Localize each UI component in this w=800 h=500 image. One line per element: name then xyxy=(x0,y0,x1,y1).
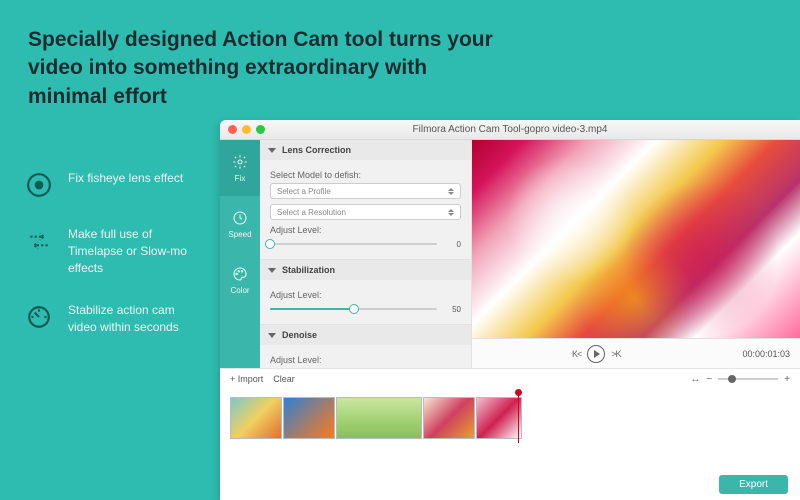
window-title: Filmora Action Cam Tool-gopro video-3.mp… xyxy=(220,124,800,135)
player-controls: K< >K 00:00:01:03 xyxy=(472,338,800,368)
tab-color[interactable]: Color xyxy=(220,252,260,308)
stepper-icon xyxy=(448,209,454,216)
section-title: Denoise xyxy=(282,330,317,340)
timeline-toolbar: + Import Clear ↔ − + xyxy=(220,369,800,389)
clip-thumbnail[interactable] xyxy=(423,397,475,439)
timelapse-arrows-icon xyxy=(24,226,54,256)
fisheye-icon xyxy=(24,170,54,200)
profile-select[interactable]: Select a Profile xyxy=(270,183,461,199)
timeline[interactable] xyxy=(220,389,800,468)
playhead[interactable] xyxy=(518,393,519,443)
video-preview: K< >K 00:00:01:03 xyxy=(472,140,800,368)
select-placeholder: Select a Profile xyxy=(277,187,331,196)
clip-thumbnail[interactable] xyxy=(476,397,522,439)
feature-item: Stabilize action cam video within second… xyxy=(24,302,194,336)
timecode: 00:00:01:03 xyxy=(742,349,790,359)
feature-text: Make full use of Timelapse or Slow-mo ef… xyxy=(68,226,194,276)
slider-value: 0 xyxy=(443,240,461,249)
import-button[interactable]: + Import xyxy=(230,374,263,384)
zoom-in-button[interactable]: + xyxy=(784,374,790,385)
gauge-icon xyxy=(24,302,54,332)
stabilization-slider[interactable] xyxy=(270,304,437,314)
next-frame-button[interactable]: >K xyxy=(611,349,620,359)
hero-headline: Specially designed Action Cam tool turns… xyxy=(28,26,500,111)
chevron-down-icon xyxy=(268,268,276,273)
feature-item: Fix fisheye lens effect xyxy=(24,170,194,200)
export-button[interactable]: Export xyxy=(719,475,788,494)
chevron-down-icon xyxy=(268,333,276,338)
prev-frame-button[interactable]: K< xyxy=(572,349,581,359)
adjust-level-label: Adjust Level: xyxy=(270,355,461,365)
adjust-level-label: Adjust Level: xyxy=(270,225,461,235)
settings-panel: Lens Correction Select Model to defish: … xyxy=(260,140,472,368)
gear-icon xyxy=(232,154,248,170)
clip-thumbnail[interactable] xyxy=(283,397,335,439)
section-lens-correction[interactable]: Lens Correction xyxy=(260,140,471,160)
clear-button[interactable]: Clear xyxy=(273,374,295,384)
clip-thumbnail[interactable] xyxy=(336,397,422,439)
stepper-icon xyxy=(448,188,454,195)
feature-item: Make full use of Timelapse or Slow-mo ef… xyxy=(24,226,194,276)
section-title: Lens Correction xyxy=(282,145,351,155)
feature-text: Fix fisheye lens effect xyxy=(68,170,194,187)
titlebar: Filmora Action Cam Tool-gopro video-3.mp… xyxy=(220,120,800,140)
lens-adjust-slider[interactable] xyxy=(270,239,437,249)
section-denoise[interactable]: Denoise xyxy=(260,325,471,345)
palette-icon xyxy=(232,266,248,282)
select-model-label: Select Model to defish: xyxy=(270,170,461,180)
video-frame[interactable] xyxy=(472,140,800,338)
feature-list: Fix fisheye lens effect Make full use of… xyxy=(24,170,194,362)
zoom-out-button[interactable]: − xyxy=(706,374,712,385)
clip-thumbnail[interactable] xyxy=(230,397,282,439)
clock-icon xyxy=(232,210,248,226)
side-tabs: Fix Speed Color xyxy=(220,140,260,368)
play-button[interactable] xyxy=(587,345,605,363)
tab-fix[interactable]: Fix xyxy=(220,140,260,196)
tab-speed[interactable]: Speed xyxy=(220,196,260,252)
fit-icon[interactable]: ↔ xyxy=(690,374,700,385)
adjust-level-label: Adjust Level: xyxy=(270,290,461,300)
feature-text: Stabilize action cam video within second… xyxy=(68,302,194,336)
section-title: Stabilization xyxy=(282,265,335,275)
section-stabilization[interactable]: Stabilization xyxy=(260,260,471,280)
slider-value: 50 xyxy=(443,305,461,314)
chevron-down-icon xyxy=(268,148,276,153)
select-placeholder: Select a Resolution xyxy=(277,208,346,217)
app-window: Filmora Action Cam Tool-gopro video-3.mp… xyxy=(220,120,800,500)
tab-label: Color xyxy=(230,286,249,295)
zoom-slider[interactable] xyxy=(718,378,778,380)
tab-label: Fix xyxy=(235,174,246,183)
tab-label: Speed xyxy=(228,230,251,239)
resolution-select[interactable]: Select a Resolution xyxy=(270,204,461,220)
